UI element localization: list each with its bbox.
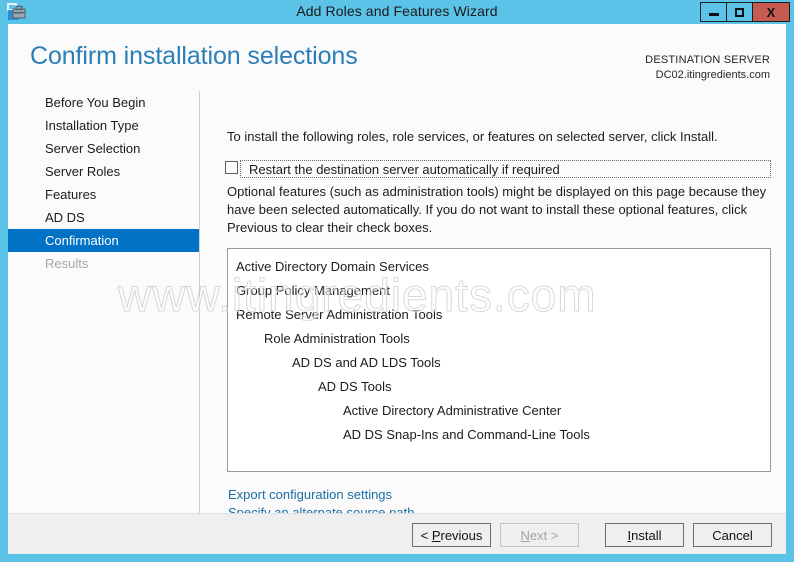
restart-checkbox[interactable] xyxy=(225,161,238,174)
wizard-window: Add Roles and Features Wizard X Confirm … xyxy=(0,0,794,562)
previous-button-label: < Previous xyxy=(420,527,483,543)
page-title: Confirm installation selections xyxy=(30,42,358,70)
sidebar-item-installation-type[interactable]: Installation Type xyxy=(8,114,199,137)
list-item[interactable]: Role Administration Tools xyxy=(228,327,770,351)
list-item[interactable]: AD DS Snap-Ins and Command-Line Tools xyxy=(228,423,770,447)
minimize-button[interactable] xyxy=(700,2,727,22)
minimize-icon xyxy=(708,13,719,16)
cancel-button-label: Cancel xyxy=(712,527,753,543)
selected-features-listbox[interactable]: Active Directory Domain Services Group P… xyxy=(227,248,771,472)
close-button[interactable]: X xyxy=(752,2,790,22)
footer-button-row: < Previous Next > Install Cancel xyxy=(403,523,772,547)
sidebar-item-features[interactable]: Features xyxy=(8,183,199,206)
install-button-label: Install xyxy=(627,527,662,543)
destination-server-block: DESTINATION SERVER DC02.itingredients.co… xyxy=(645,53,770,83)
maximize-icon xyxy=(735,7,744,17)
list-item[interactable]: Active Directory Administrative Center xyxy=(228,399,770,423)
title-bar: Add Roles and Features Wizard X xyxy=(0,0,794,24)
list-item[interactable]: Group Policy Management xyxy=(228,279,770,303)
sidebar-item-results: Results xyxy=(45,256,89,271)
destination-server-label: DESTINATION SERVER xyxy=(645,54,770,66)
restart-checkbox-focus-rect: Restart the destination server automatic… xyxy=(240,160,771,178)
destination-server-value: DC02.itingredients.com xyxy=(655,69,770,81)
wizard-client-area: Confirm installation selections DESTINAT… xyxy=(8,24,786,554)
window-controls: X xyxy=(700,2,790,22)
list-item[interactable]: Remote Server Administration Tools xyxy=(228,303,770,327)
previous-button[interactable]: < Previous xyxy=(412,523,491,547)
restart-checkbox-row[interactable]: Restart the destination server automatic… xyxy=(225,160,771,178)
list-item[interactable]: AD DS Tools xyxy=(228,375,770,399)
next-button: Next > xyxy=(500,523,579,547)
optional-features-note: Optional features (such as administratio… xyxy=(227,184,767,235)
page-header: Confirm installation selections DESTINAT… xyxy=(8,24,786,91)
cancel-button[interactable]: Cancel xyxy=(693,523,772,547)
sidebar-item-ad-ds[interactable]: AD DS xyxy=(8,206,199,229)
sidebar-item-confirmation[interactable]: Confirmation xyxy=(8,229,199,252)
wizard-footer: < Previous Next > Install Cancel xyxy=(8,513,786,554)
window-title: Add Roles and Features Wizard xyxy=(296,3,498,19)
restart-checkbox-label: Restart the destination server automatic… xyxy=(249,162,560,177)
list-item[interactable]: AD DS and AD LDS Tools xyxy=(228,351,770,375)
maximize-button[interactable] xyxy=(726,2,753,22)
install-button[interactable]: Install xyxy=(605,523,684,547)
intro-text: To install the following roles, role ser… xyxy=(227,129,718,144)
export-configuration-settings-link[interactable]: Export configuration settings xyxy=(228,486,414,504)
sidebar-item-server-roles[interactable]: Server Roles xyxy=(8,160,199,183)
wizard-main-panel: To install the following roles, role ser… xyxy=(200,91,786,520)
sidebar-item-before-you-begin[interactable]: Before You Begin xyxy=(8,91,199,114)
sidebar-item-server-selection[interactable]: Server Selection xyxy=(8,137,199,160)
wizard-sidebar: Before You Begin Installation Type Serve… xyxy=(8,91,200,513)
list-item[interactable]: Active Directory Domain Services xyxy=(228,255,770,279)
next-button-label: Next > xyxy=(520,527,559,543)
